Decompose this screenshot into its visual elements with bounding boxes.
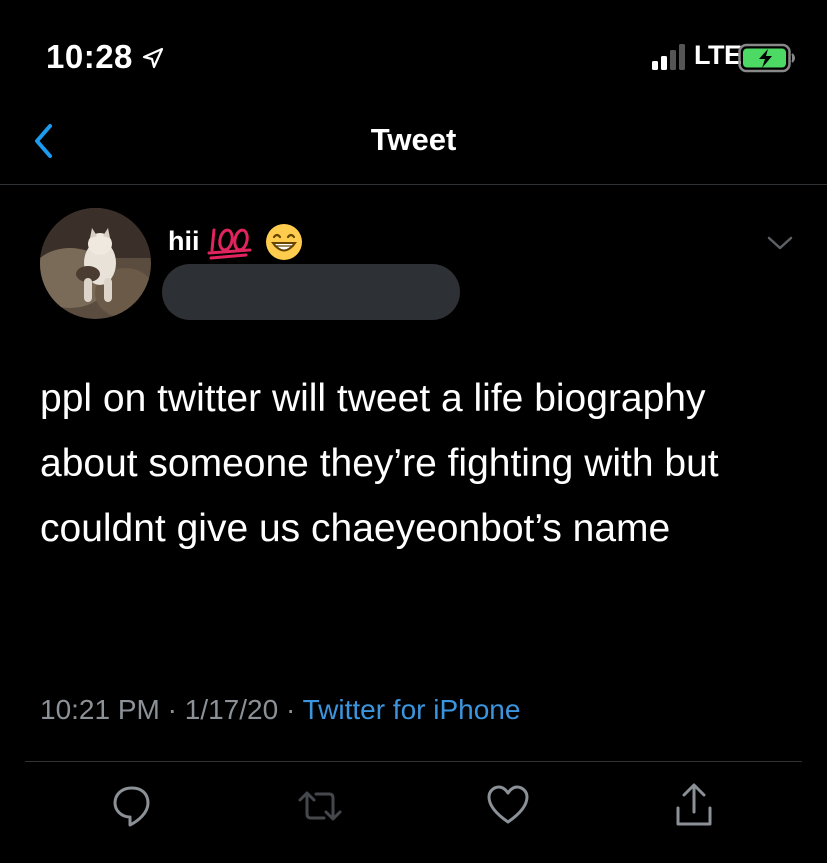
like-button[interactable] [484, 780, 532, 832]
navigation-bar: Tweet [0, 100, 827, 185]
tweet-meta: 10:21 PM · 1/17/20 · Twitter for iPhone [40, 694, 520, 726]
status-bar: 10:28 LTE [0, 0, 827, 100]
share-icon [676, 783, 712, 826]
chevron-down-icon[interactable] [765, 232, 795, 254]
hundred-points-icon [207, 228, 252, 260]
reply-icon [113, 786, 150, 827]
retweet-button[interactable] [296, 780, 344, 832]
signal-bars-icon [652, 44, 685, 70]
grinning-face-icon [266, 224, 302, 260]
divider [25, 761, 802, 762]
tweet-time: 10:21 PM [40, 694, 160, 725]
meta-separator: · [285, 694, 296, 725]
tweet-date: 1/17/20 [184, 694, 279, 725]
page-title: Tweet [370, 122, 457, 157]
reply-button[interactable] [108, 780, 156, 832]
tweet-text: ppl on twitter will tweet a life biograp… [40, 377, 719, 550]
avatar-cat-photo [40, 208, 151, 319]
tweet-source-link[interactable]: Twitter for iPhone [303, 694, 521, 725]
share-button[interactable] [670, 780, 718, 832]
handle-redaction [162, 264, 460, 320]
location-arrow-icon [142, 47, 164, 69]
tweet-action-bar [0, 780, 827, 836]
avatar[interactable] [40, 208, 151, 319]
author-display-name[interactable]: hii [168, 226, 200, 257]
heart-icon [487, 785, 529, 824]
meta-separator: · [167, 694, 177, 725]
retweet-icon [298, 791, 342, 821]
carrier-label: LTE [694, 40, 742, 70]
status-time: 10:28 [46, 38, 133, 75]
battery-charging-icon [738, 43, 795, 73]
